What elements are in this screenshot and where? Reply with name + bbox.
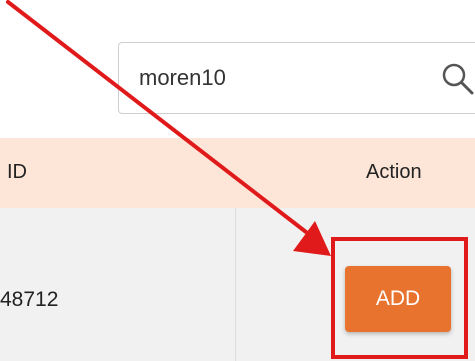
table-header: ID Action — [0, 138, 475, 208]
column-header-id: ID — [7, 161, 27, 183]
column-header-action: Action — [366, 161, 422, 183]
row-id-cell: 48712 — [0, 288, 59, 311]
column-divider — [235, 208, 236, 361]
search-input[interactable] — [139, 62, 419, 94]
search-icon[interactable] — [441, 62, 475, 96]
add-button[interactable]: ADD — [345, 266, 451, 332]
search-box — [118, 42, 475, 114]
